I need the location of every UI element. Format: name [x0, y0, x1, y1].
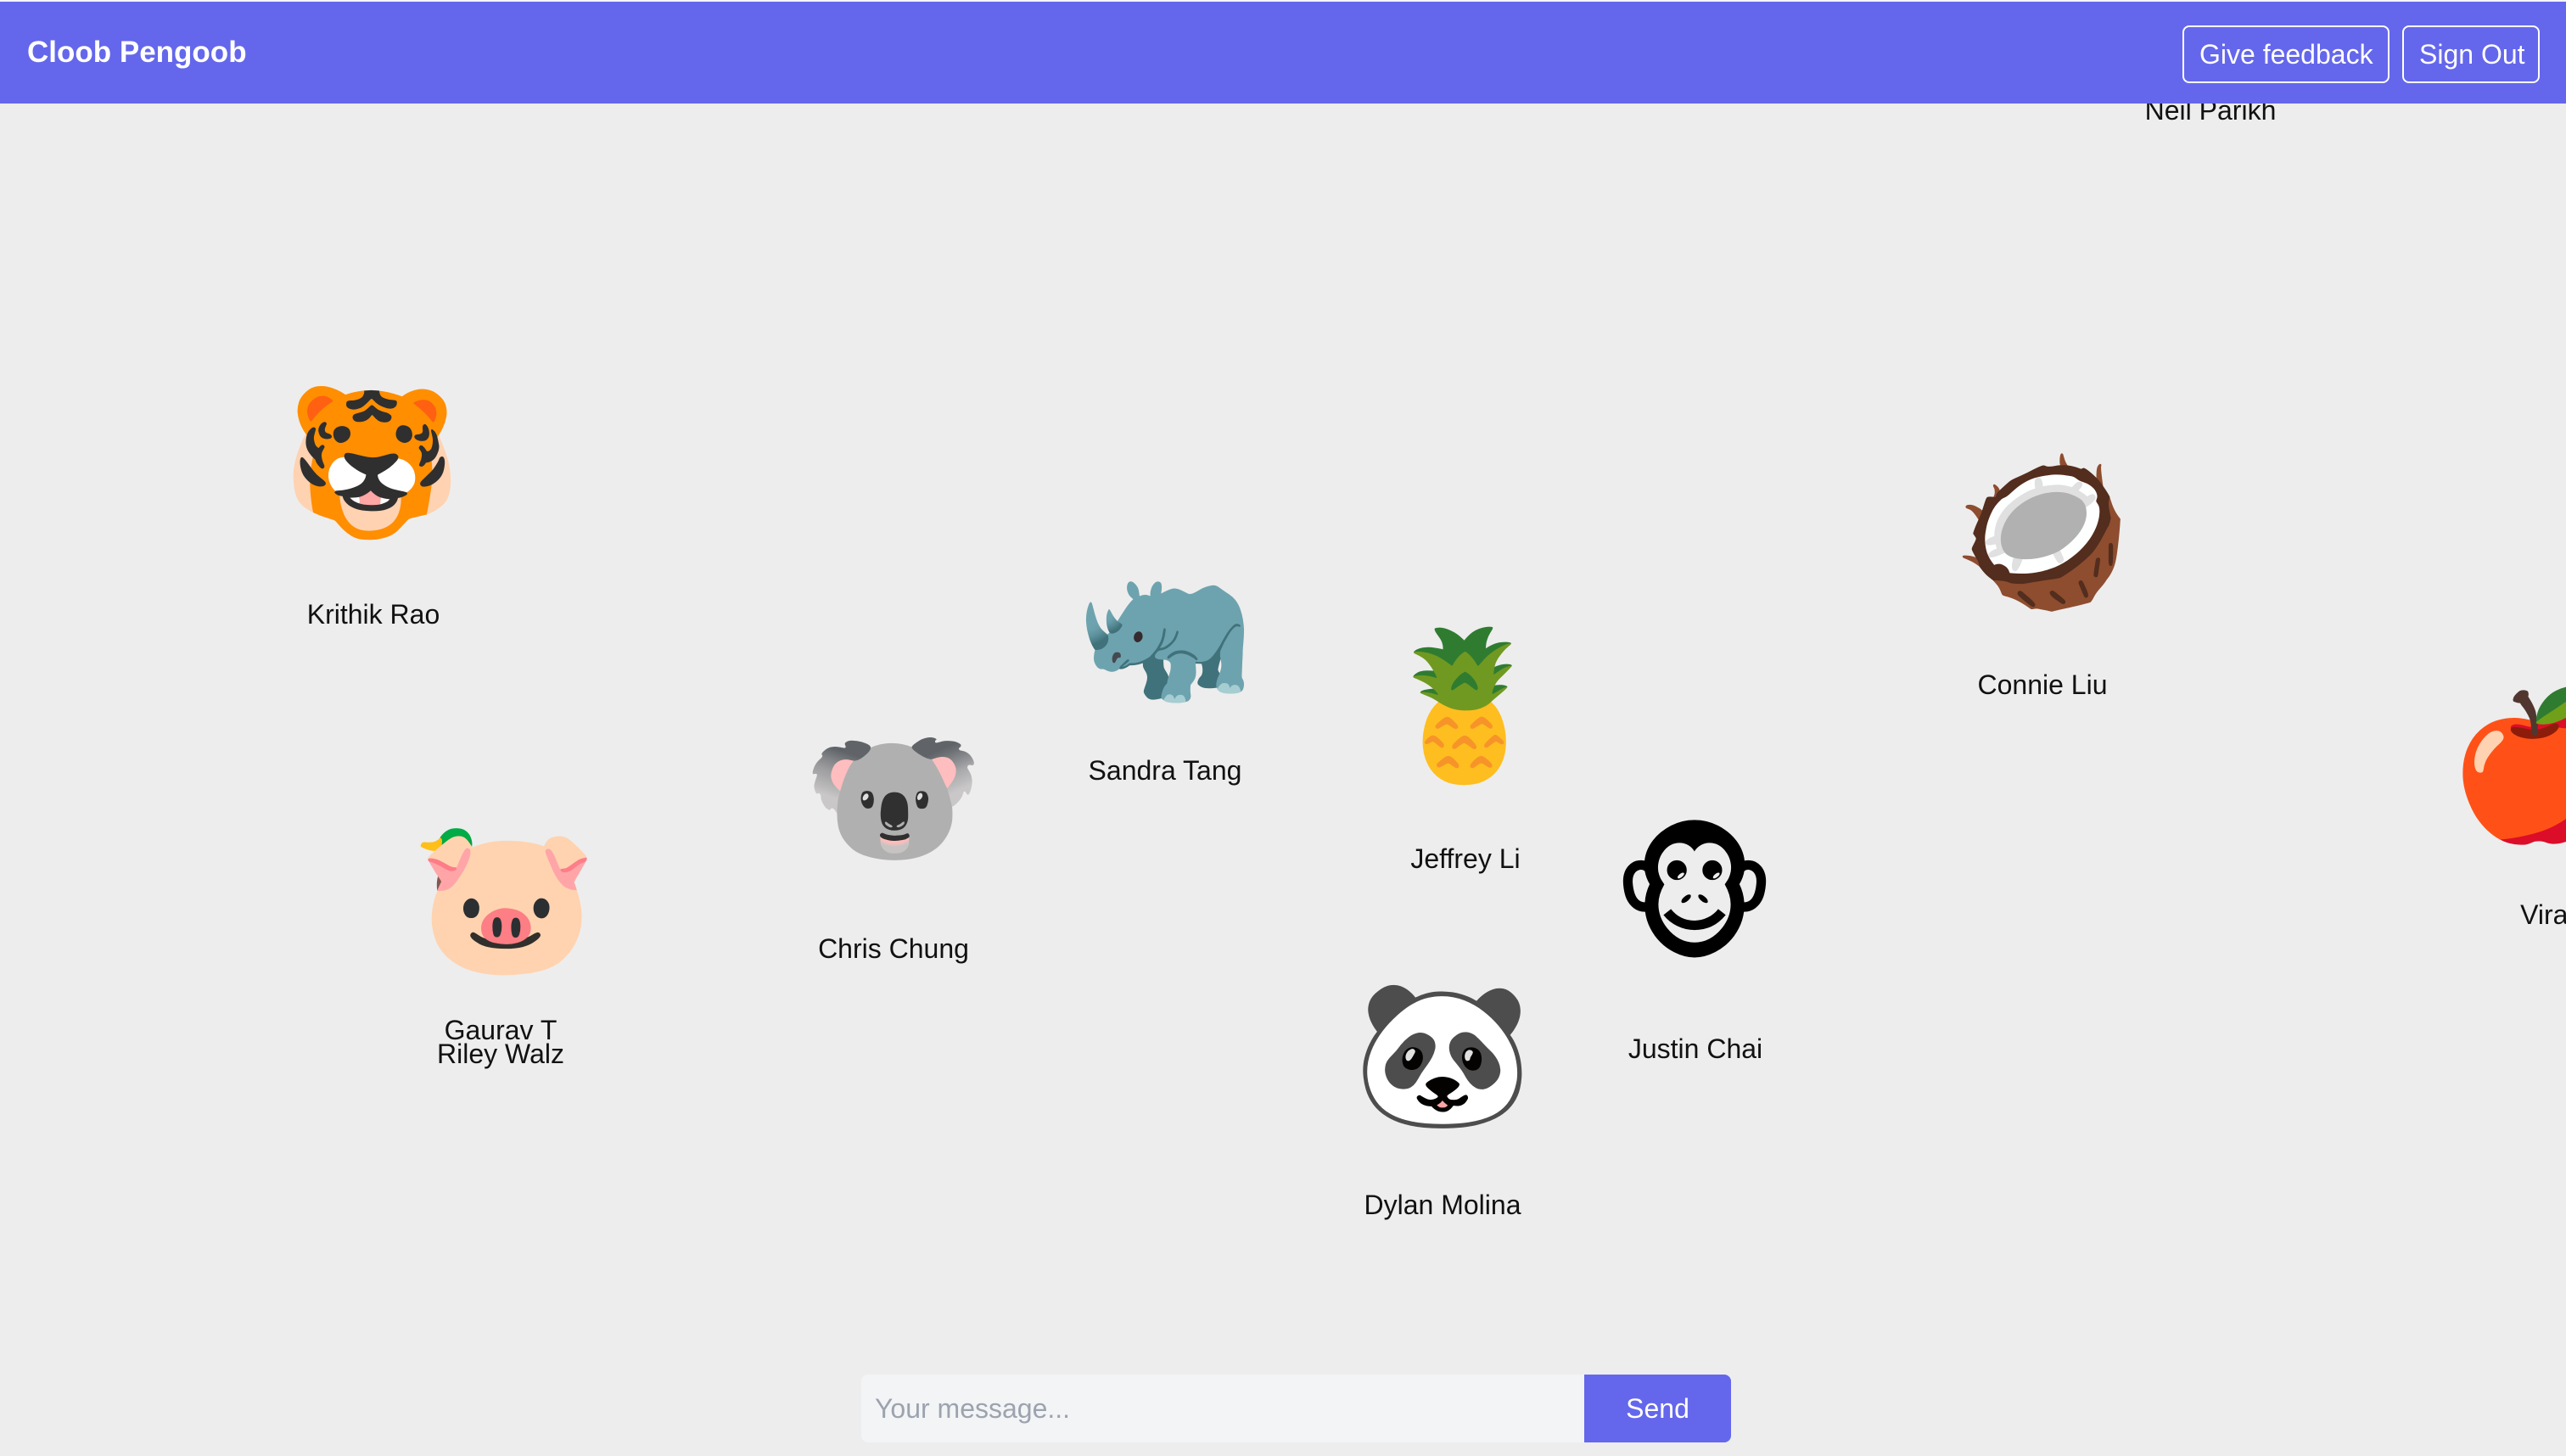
user-name-sandra: Sandra Tang: [1088, 755, 1242, 786]
top-navbar: Cloob Pengoob Give feedback Sign Out: [0, 0, 2566, 104]
koala-icon[interactable]: 🐨: [804, 725, 983, 870]
send-button[interactable]: Send: [1584, 1375, 1731, 1442]
monkey-face-icon[interactable]: 🐵: [1611, 826, 1779, 970]
app-title: Cloob Pengoob: [27, 36, 247, 69]
sign-out-button[interactable]: Sign Out: [2402, 25, 2540, 83]
give-feedback-button[interactable]: Give feedback: [2182, 25, 2390, 83]
avatar-stage: Neil Parikh 🐯 Krithik Rao 🦏 Sandra Tang …: [0, 104, 2566, 1456]
message-bar: Send: [861, 1375, 1731, 1442]
panda-face-icon[interactable]: 🐼: [1353, 982, 1532, 1126]
user-name-jeffrey: Jeffrey Li: [1410, 843, 1521, 874]
user-name-connie: Connie Liu: [1977, 669, 2108, 700]
rhinoceros-icon[interactable]: 🦏: [1075, 557, 1255, 702]
user-name-neil: Neil Parikh: [2144, 104, 2277, 126]
coconut-icon[interactable]: 🥥: [1952, 460, 2132, 604]
user-name-chris: Chris Chung: [818, 933, 969, 964]
user-name-dylan: Dylan Molina: [1364, 1190, 1521, 1220]
red-apple-icon[interactable]: 🍎: [2447, 693, 2566, 837]
pig-face-icon[interactable]: 🐷: [417, 829, 597, 973]
user-name-viraat: Viraat: [2520, 899, 2566, 930]
tiger-icon[interactable]: 🐯: [282, 391, 462, 535]
user-names-gaurav-riley: Gaurav T Riley Walz: [437, 1016, 564, 1069]
pineapple-icon[interactable]: 🍍: [1375, 634, 1555, 778]
user-name-justin: Justin Chai: [1628, 1033, 1763, 1064]
message-input[interactable]: [861, 1375, 1584, 1442]
user-name-riley: Riley Walz: [437, 1039, 564, 1069]
user-name-krithik: Krithik Rao: [306, 599, 440, 630]
